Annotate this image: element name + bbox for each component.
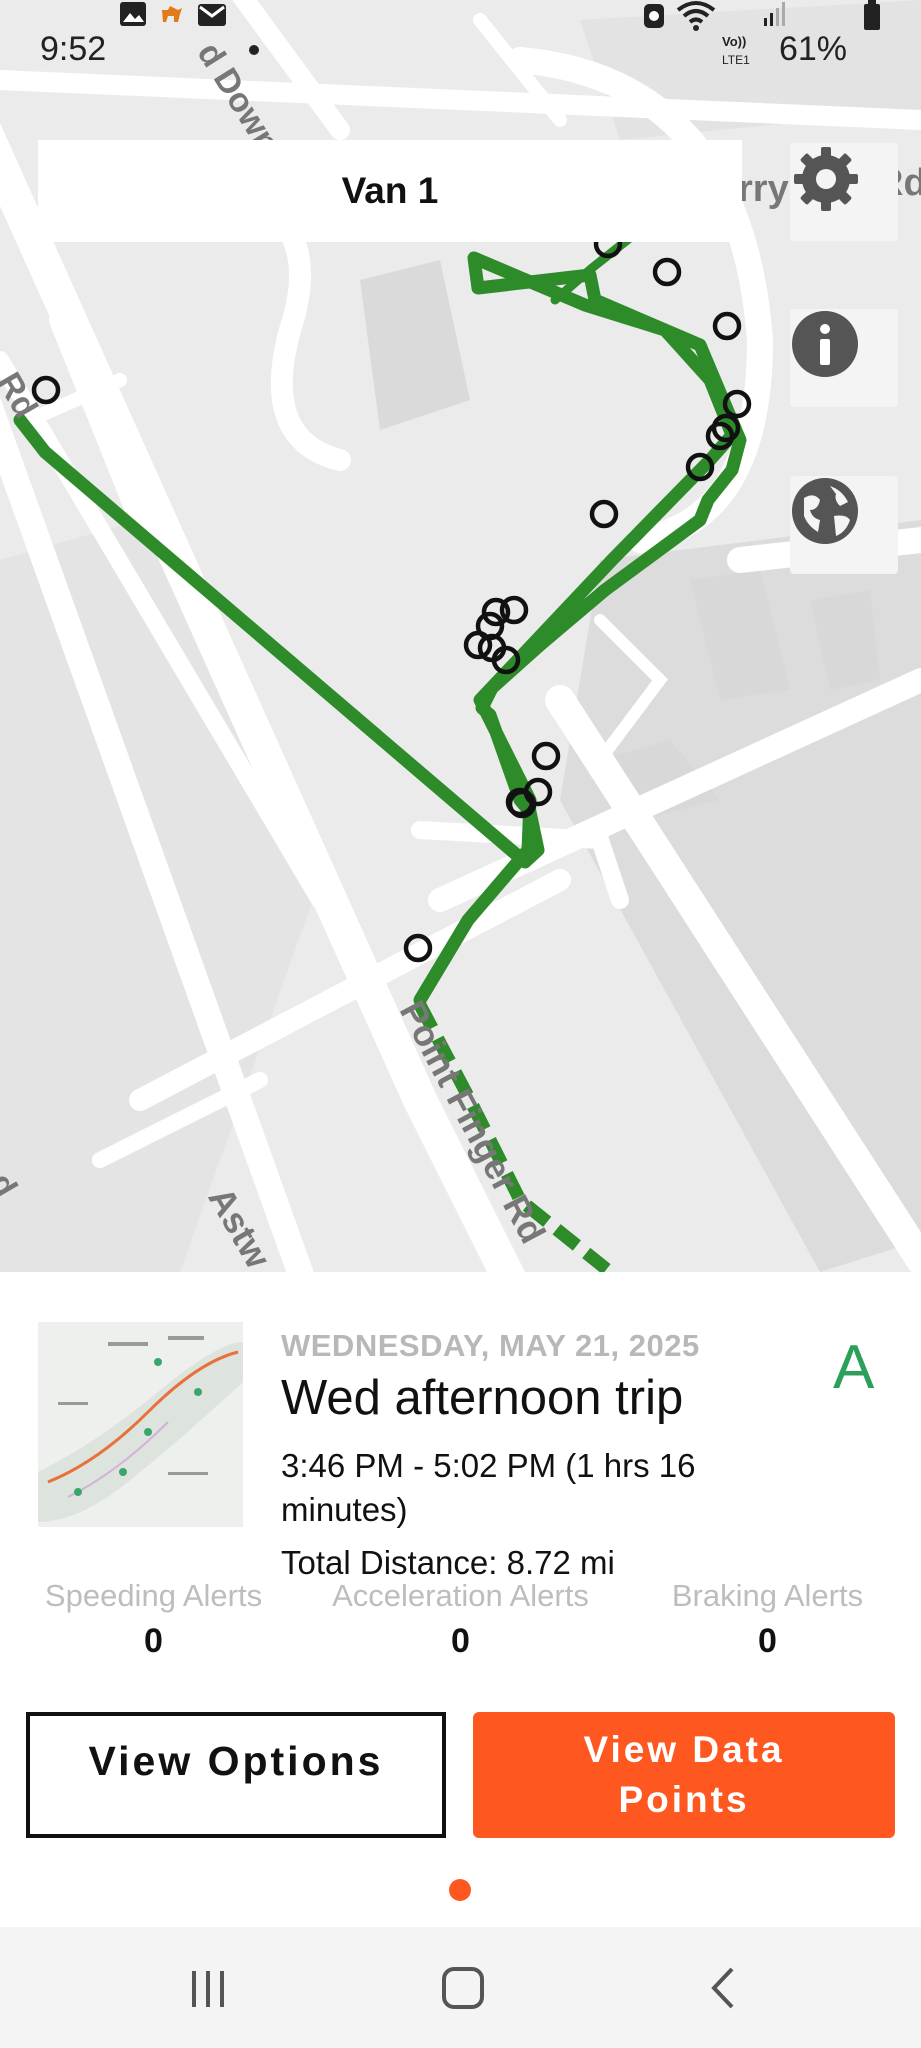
trip-title: Wed afternoon trip (281, 1371, 684, 1425)
info-button[interactable] (790, 309, 898, 407)
trip-grade: A (833, 1333, 875, 1402)
trip-time-range: 3:46 PM - 5:02 PM (1 hrs 16 minutes) (281, 1447, 696, 1528)
trip-thumbnail-map[interactable] (38, 1322, 243, 1527)
status-time: 9:52 (40, 30, 107, 68)
status-bar: 9:52 Vo)) LTE1 61% (0, 0, 921, 100)
globe-icon (792, 478, 858, 544)
mail-icon (198, 4, 226, 26)
speeding-alerts-label: Speeding Alerts (44, 1578, 263, 1613)
info-icon (792, 311, 858, 377)
trip-summary-panel[interactable]: WEDNESDAY, MAY 21, 2025 Wed afternoon tr… (0, 1272, 921, 1927)
page-indicator-dot (449, 1879, 471, 1901)
trip-total-distance: Total Distance: 8.72 mi (281, 1544, 615, 1581)
recent-apps-icon[interactable] (186, 1967, 230, 2011)
acceleration-alerts-label: Acceleration Alerts (332, 1578, 589, 1613)
street-label-rry: rry (738, 168, 789, 210)
acceleration-alerts-count: 0 (451, 1622, 470, 1660)
settings-button[interactable] (790, 143, 898, 241)
signal-icon (764, 2, 785, 26)
braking-alerts-count: 0 (758, 1622, 777, 1660)
alarm-icon (644, 4, 664, 28)
braking-alerts-label: Braking Alerts (671, 1578, 864, 1613)
speeding-alerts-count: 0 (144, 1622, 163, 1660)
home-icon[interactable] (440, 1965, 486, 2011)
thumbnail-map-graphic (38, 1322, 243, 1527)
view-data-points-button[interactable]: View Data Points (473, 1712, 895, 1838)
status-battery-text: 61% (778, 30, 847, 68)
volte-icon: Vo)) LTE1 (722, 34, 750, 67)
view-data-points-label: View Data Points (583, 1729, 785, 1820)
battery-icon (864, 0, 880, 30)
globe-button[interactable] (790, 476, 898, 574)
trip-map[interactable]: d Down Ln rry Rd Rd Point Finger Rd Astw… (0, 0, 921, 1272)
image-icon (120, 2, 146, 26)
wifi-icon (676, 1, 716, 31)
speeding-alerts: Speeding Alerts 0 (0, 1578, 307, 1661)
system-navigation-bar (0, 1927, 921, 2048)
trip-date: WEDNESDAY, MAY 21, 2025 (281, 1328, 700, 1363)
svg-text:Vo)): Vo)) (722, 34, 746, 49)
settings-icon (794, 147, 858, 211)
braking-alerts: Braking Alerts 0 (614, 1578, 921, 1661)
back-icon[interactable] (706, 1965, 740, 2011)
vehicle-title: Van 1 (341, 170, 439, 211)
view-options-button[interactable]: View Options (26, 1712, 446, 1838)
acceleration-alerts: Acceleration Alerts 0 (307, 1578, 614, 1661)
dot-icon (249, 45, 259, 55)
view-options-label: View Options (88, 1738, 384, 1784)
dog-icon (162, 6, 182, 22)
vehicle-title-card[interactable]: Van 1 (38, 140, 742, 242)
svg-text:LTE1: LTE1 (722, 53, 750, 67)
